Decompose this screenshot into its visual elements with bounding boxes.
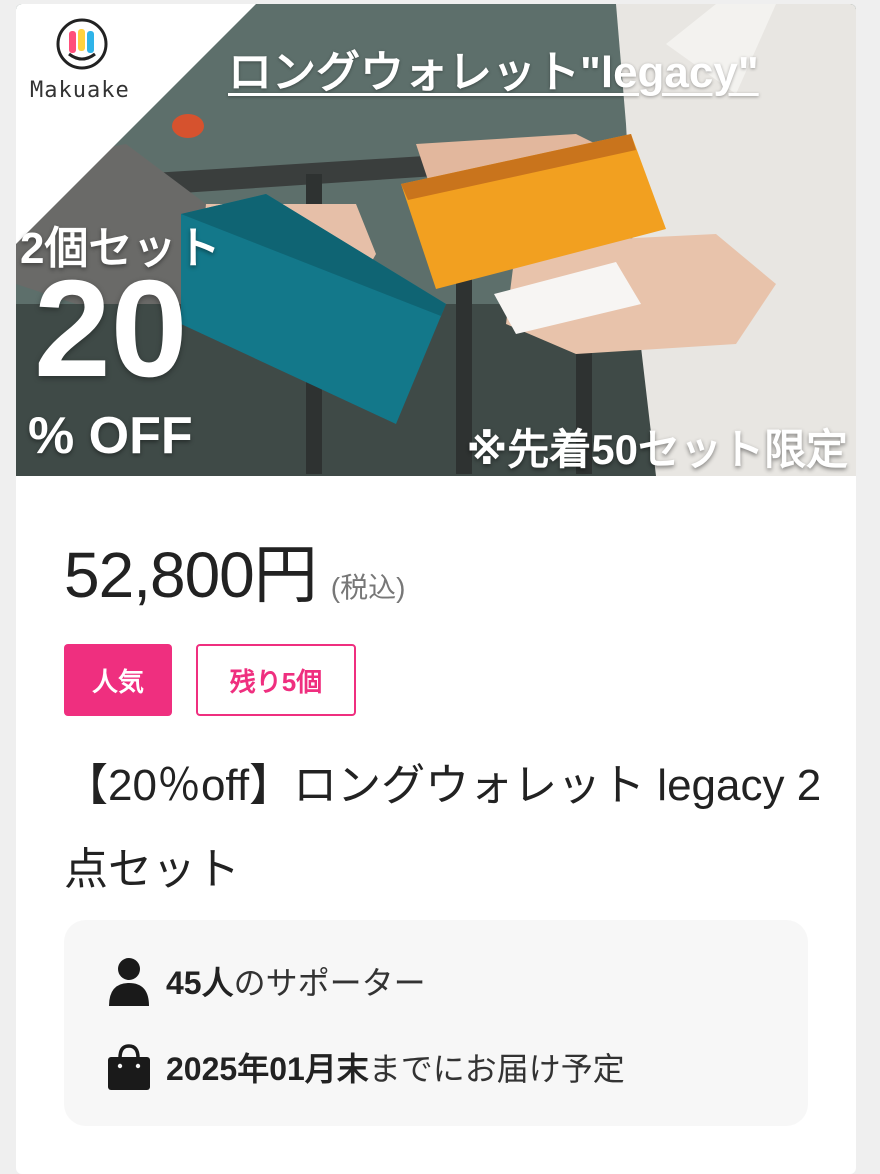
makuake-logo-text: Makuake: [30, 78, 130, 103]
delivery-suffix: までにお届け予定: [368, 1051, 625, 1087]
hero-title: ロングウォレット"legacy": [228, 48, 759, 97]
supporters-count: 45人: [166, 965, 234, 1001]
supporters-row: 45人のサポーター: [106, 956, 426, 1006]
makuake-logo-icon: [56, 18, 108, 70]
supporters-suffix: のサポーター: [233, 965, 426, 1001]
delivery-date: 2025年01月末: [166, 1051, 369, 1087]
product-card[interactable]: Makuake ロングウォレット"legacy" 2個セット 20 % OFF …: [16, 4, 856, 1174]
badges: 人気 残り5個: [64, 644, 356, 716]
popular-badge: 人気: [64, 644, 172, 716]
info-box: 45人のサポーター 2025年01月末までにお届け予定: [64, 920, 808, 1126]
limit-note: ※先着50セット限定: [466, 426, 848, 473]
price-row: 52,800円 (税込): [64, 524, 405, 616]
discount-number: 20: [34, 252, 188, 406]
price: 52,800円: [64, 539, 318, 611]
remaining-badge: 残り5個: [196, 644, 356, 716]
tax-note: (税込): [330, 572, 406, 603]
delivery-text: 2025年01月末までにお届け予定: [166, 1044, 625, 1090]
delivery-row: 2025年01月末までにお届け予定: [106, 1042, 625, 1092]
shopping-bag-icon: [108, 1044, 150, 1090]
product-title[interactable]: 【20％off】ロングウォレット legacy 2点セット: [64, 744, 824, 912]
product-hero-image[interactable]: Makuake ロングウォレット"legacy" 2個セット 20 % OFF …: [16, 4, 856, 476]
discount-suffix: % OFF: [28, 407, 193, 465]
supporters-text: 45人のサポーター: [166, 958, 426, 1004]
logo-corner: [16, 4, 256, 244]
person-icon: [109, 958, 149, 1006]
